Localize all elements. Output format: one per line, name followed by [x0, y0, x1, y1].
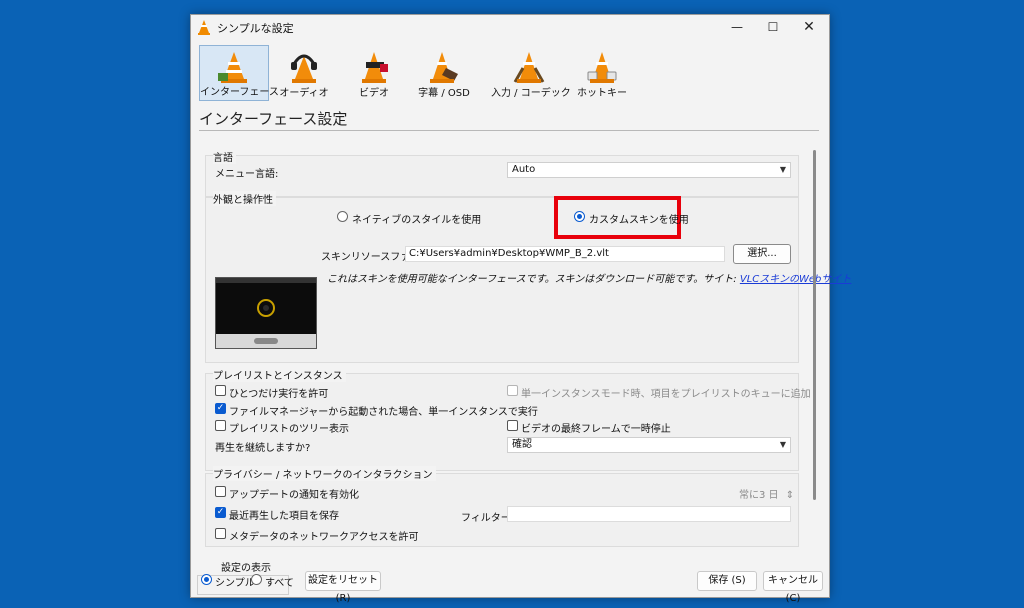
- cancel-button[interactable]: キャンセル (C): [763, 571, 823, 604]
- tree-view-label: プレイリストのツリー表示: [229, 424, 349, 435]
- spinner-arrows-icon: ⇕: [785, 490, 795, 501]
- native-style-radio[interactable]: [337, 211, 348, 222]
- close-button[interactable]: ✕: [791, 15, 827, 39]
- skin-description-text: これはスキンを使用可能なインターフェースです。スキンはダウンロード可能です。サイ…: [327, 274, 737, 285]
- title-bar[interactable]: シンプルな設定 — ☐ ✕: [191, 15, 829, 39]
- filter-input[interactable]: [507, 506, 791, 522]
- allow-single-checkbox[interactable]: [215, 385, 226, 396]
- menu-language-value: Auto: [512, 164, 536, 175]
- simple-radio[interactable]: [201, 574, 212, 585]
- privacy-group-label: プライバシー / ネットワークのインタラクション: [213, 466, 436, 481]
- resume-select[interactable]: 確認 ▼: [507, 437, 791, 453]
- tab-input-codecs-label: 入力 / コーデック: [491, 88, 571, 99]
- metadata-access-label: メタデータのネットワークアクセスを許可: [229, 532, 419, 543]
- category-toolbar: インターフェース オーディオ ビデオ 字幕 / OSD 入力 / コーデック ホ…: [197, 45, 827, 101]
- vlc-skins-link[interactable]: VLCスキンのWebサイト: [740, 274, 851, 285]
- tab-input-codecs[interactable]: 入力 / コーデック: [491, 45, 571, 101]
- scrollbar[interactable]: [813, 150, 816, 500]
- choose-skin-button[interactable]: 選択...: [733, 244, 791, 264]
- tab-audio[interactable]: オーディオ: [269, 45, 339, 101]
- custom-skin-label: カスタムスキンを使用: [589, 215, 689, 226]
- pause-last-frame-label: ビデオの最終フレームで一時停止: [521, 424, 671, 435]
- tab-subtitles-osd-label: 字幕 / OSD: [418, 88, 470, 99]
- skin-preview-image: [215, 277, 317, 349]
- playlist-group-label: プレイリストとインスタンス: [213, 367, 346, 382]
- update-interval-spinner[interactable]: 常に3 日 ⇕: [739, 486, 794, 501]
- custom-skin-radio[interactable]: [574, 211, 585, 222]
- audio-cone-icon: [291, 54, 317, 83]
- tree-view-checkbox[interactable]: [215, 420, 226, 431]
- enqueue-single-label: 単一インスタンスモード時、項目をプレイリストのキューに追加: [521, 389, 811, 400]
- chevron-down-icon: ▼: [779, 440, 786, 449]
- native-style-label: ネイティブのスタイルを使用: [352, 215, 482, 226]
- allow-single-label: ひとつだけ実行を許可: [229, 389, 329, 400]
- reset-button[interactable]: 設定をリセット (R): [305, 571, 381, 604]
- save-button[interactable]: 保存 (S): [697, 571, 757, 591]
- tab-audio-label: オーディオ: [279, 88, 329, 99]
- update-interval-value: 常に3 日: [739, 490, 779, 501]
- interface-cone-icon: [218, 52, 247, 83]
- show-settings-label: 設定の表示: [221, 559, 274, 574]
- chevron-down-icon: ▼: [779, 165, 786, 174]
- input-cone-icon: [513, 52, 545, 83]
- skin-preview-graphic: [216, 278, 316, 348]
- tab-video-label: ビデオ: [359, 88, 389, 99]
- tab-interface[interactable]: インターフェース: [199, 45, 279, 101]
- window-title: シンプルな設定: [217, 22, 294, 35]
- update-notify-checkbox[interactable]: [215, 486, 226, 497]
- menu-language-label: メニュー言語:: [215, 169, 279, 180]
- tab-subtitles-osd[interactable]: 字幕 / OSD: [409, 45, 479, 101]
- update-notify-label: アップデートの通知を有効化: [229, 490, 359, 501]
- menu-language-select[interactable]: Auto ▼: [507, 162, 791, 178]
- title-divider: [199, 130, 819, 131]
- vlc-cone-icon: [198, 20, 210, 35]
- all-radio[interactable]: [251, 574, 262, 585]
- subtitle-cone-icon: [430, 52, 458, 83]
- preferences-window: シンプルな設定 — ☐ ✕ インターフェース オーディオ ビデオ 字幕 / OS…: [190, 14, 851, 604]
- file-manager-single-label: ファイルマネージャーから起動された場合、単一インスタンスで実行: [229, 407, 538, 418]
- pause-last-frame-checkbox[interactable]: [507, 420, 518, 431]
- all-label: すべて: [265, 578, 294, 589]
- minimize-button[interactable]: —: [719, 15, 755, 39]
- tab-interface-label: インターフェース: [200, 87, 279, 98]
- metadata-access-checkbox[interactable]: [215, 528, 226, 539]
- language-group-label: 言語: [213, 149, 236, 164]
- resume-value: 確認: [512, 439, 532, 450]
- appearance-group-label: 外観と操作性: [213, 191, 276, 206]
- hotkey-cone-icon: [587, 52, 617, 83]
- save-recent-label: 最近再生した項目を保存: [229, 511, 339, 522]
- skin-description: これはスキンを使用可能なインターフェースです。スキンはダウンロード可能です。サイ…: [327, 270, 851, 285]
- tab-hotkeys[interactable]: ホットキー: [567, 45, 637, 101]
- enqueue-single-checkbox[interactable]: [507, 385, 518, 396]
- tab-hotkeys-label: ホットキー: [577, 88, 627, 99]
- skin-file-field[interactable]: C:¥Users¥admin¥Desktop¥WMP_B_2.vlt: [405, 246, 725, 262]
- file-manager-single-checkbox[interactable]: ✓: [215, 403, 226, 414]
- simple-label: シンプル: [215, 578, 255, 589]
- maximize-button[interactable]: ☐: [755, 15, 791, 39]
- page-title: インターフェース設定: [199, 110, 348, 128]
- resume-label: 再生を継続しますか?: [215, 443, 311, 454]
- save-recent-checkbox[interactable]: ✓: [215, 507, 226, 518]
- video-cone-icon: [362, 52, 388, 83]
- tab-video[interactable]: ビデオ: [339, 45, 409, 101]
